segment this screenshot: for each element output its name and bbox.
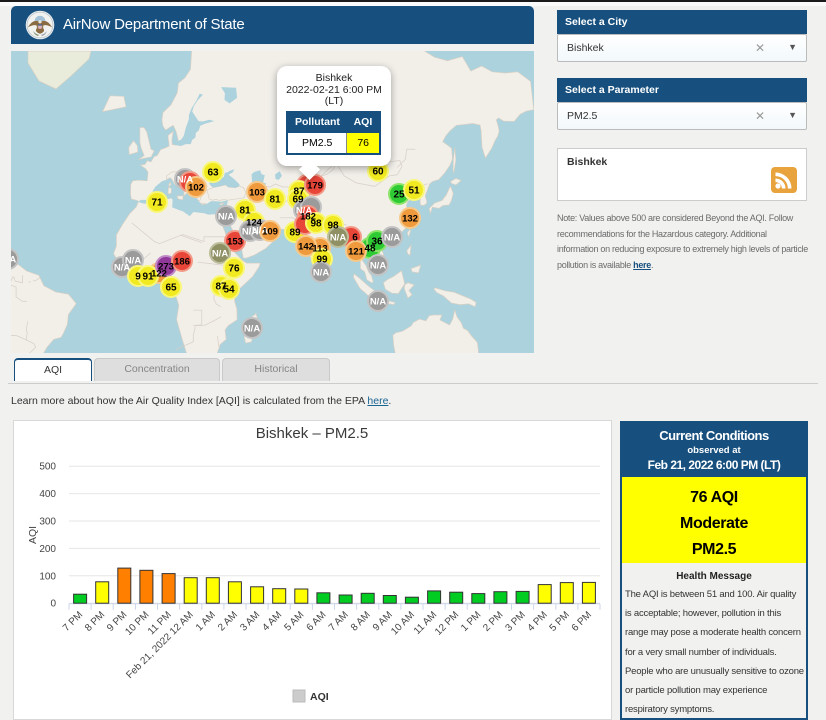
svg-text:N/A: N/A bbox=[313, 268, 330, 279]
svg-text:10 AM: 10 AM bbox=[389, 610, 417, 638]
svg-text:5 AM: 5 AM bbox=[283, 610, 307, 634]
svg-text:81: 81 bbox=[269, 195, 281, 206]
svg-text:186: 186 bbox=[174, 257, 190, 268]
svg-text:Bishkek – PM2.5: Bishkek – PM2.5 bbox=[256, 425, 369, 442]
svg-text:1 AM: 1 AM bbox=[194, 610, 218, 634]
svg-text:400: 400 bbox=[39, 489, 56, 500]
svg-text:179: 179 bbox=[307, 181, 323, 192]
svg-text:76: 76 bbox=[228, 264, 240, 275]
svg-text:1 PM: 1 PM bbox=[459, 610, 483, 634]
svg-text:2 PM: 2 PM bbox=[481, 610, 505, 634]
svg-text:91: 91 bbox=[142, 272, 154, 283]
svg-text:99: 99 bbox=[316, 255, 328, 266]
svg-text:0: 0 bbox=[50, 599, 56, 610]
svg-text:132: 132 bbox=[402, 214, 418, 225]
svg-text:200: 200 bbox=[39, 544, 56, 555]
svg-text:103: 103 bbox=[249, 188, 265, 199]
svg-text:N/A: N/A bbox=[330, 233, 347, 244]
svg-text:98: 98 bbox=[310, 219, 322, 230]
svg-text:7 PM: 7 PM bbox=[61, 610, 85, 634]
svg-text:25: 25 bbox=[393, 190, 405, 201]
svg-text:4 PM: 4 PM bbox=[526, 610, 550, 634]
svg-text:8 AM: 8 AM bbox=[349, 610, 373, 634]
svg-text:300: 300 bbox=[39, 517, 56, 528]
svg-text:54: 54 bbox=[223, 285, 235, 296]
svg-text:N/A: N/A bbox=[11, 255, 16, 266]
svg-text:98: 98 bbox=[327, 221, 339, 232]
svg-text:89: 89 bbox=[289, 228, 301, 239]
svg-text:142: 142 bbox=[298, 242, 314, 253]
svg-text:N/A: N/A bbox=[370, 261, 387, 272]
svg-text:69: 69 bbox=[292, 195, 304, 206]
svg-text:N/A: N/A bbox=[370, 297, 387, 308]
svg-text:AQI: AQI bbox=[27, 526, 39, 544]
svg-text:153: 153 bbox=[227, 237, 243, 248]
svg-text:10 PM: 10 PM bbox=[123, 610, 151, 638]
svg-text:113: 113 bbox=[312, 244, 327, 255]
svg-text:9: 9 bbox=[135, 272, 141, 283]
svg-text:6: 6 bbox=[352, 233, 358, 244]
svg-text:5 PM: 5 PM bbox=[548, 610, 572, 634]
svg-text:3 PM: 3 PM bbox=[503, 610, 527, 634]
svg-text:60: 60 bbox=[372, 167, 384, 178]
svg-text:63: 63 bbox=[207, 168, 219, 179]
svg-text:81: 81 bbox=[239, 206, 251, 217]
svg-text:109: 109 bbox=[262, 227, 278, 238]
svg-text:6 AM: 6 AM bbox=[305, 610, 329, 634]
svg-text:71: 71 bbox=[151, 198, 163, 209]
svg-text:3 AM: 3 AM bbox=[238, 610, 262, 634]
svg-text:273: 273 bbox=[158, 262, 174, 273]
svg-text:100: 100 bbox=[39, 571, 56, 582]
svg-text:N/A: N/A bbox=[218, 212, 235, 223]
svg-text:AQI: AQI bbox=[310, 691, 329, 703]
svg-text:65: 65 bbox=[165, 283, 177, 294]
svg-text:7 AM: 7 AM bbox=[327, 610, 351, 634]
svg-text:N/A: N/A bbox=[244, 324, 261, 335]
svg-text:2 AM: 2 AM bbox=[216, 610, 240, 634]
svg-text:4 AM: 4 AM bbox=[260, 610, 284, 634]
svg-text:6 PM: 6 PM bbox=[570, 610, 594, 634]
svg-text:500: 500 bbox=[39, 462, 56, 473]
svg-text:36: 36 bbox=[371, 237, 383, 248]
svg-text:51: 51 bbox=[408, 186, 420, 197]
svg-text:N/A: N/A bbox=[212, 249, 229, 260]
svg-text:N/A: N/A bbox=[384, 233, 401, 244]
svg-text:121: 121 bbox=[348, 247, 365, 258]
svg-text:N/A: N/A bbox=[125, 256, 142, 267]
svg-text:102: 102 bbox=[188, 183, 204, 194]
svg-text:8 PM: 8 PM bbox=[83, 610, 107, 634]
svg-text:12 PM: 12 PM bbox=[433, 610, 461, 638]
